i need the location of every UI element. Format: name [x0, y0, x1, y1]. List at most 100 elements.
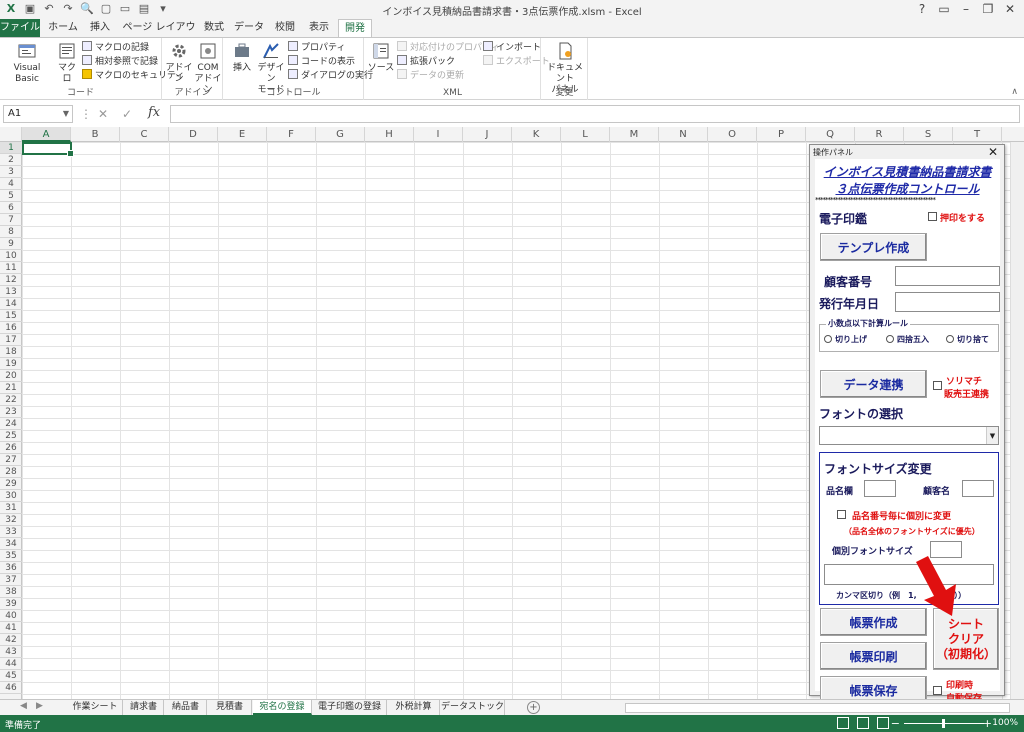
tab-developer[interactable]: 開発	[338, 19, 372, 37]
row-header[interactable]: 45	[0, 670, 22, 682]
autosave-checkbox[interactable]	[933, 686, 942, 695]
row-header[interactable]: 11	[0, 262, 22, 274]
zoom-in-icon[interactable]: +	[983, 717, 992, 730]
next-sheet-icon[interactable]: ▶	[36, 701, 43, 711]
column-header[interactable]: S	[904, 127, 953, 142]
close-icon[interactable]: ✕	[1002, 1, 1018, 17]
row-header[interactable]: 35	[0, 550, 22, 562]
name-box-dropdown-icon[interactable]: ▼	[63, 106, 69, 122]
minimize-icon[interactable]: –	[958, 1, 974, 17]
sorimachi-checkbox[interactable]	[933, 381, 942, 390]
column-header[interactable]: I	[414, 127, 463, 142]
row-header[interactable]: 31	[0, 502, 22, 514]
row-header[interactable]: 4	[0, 178, 22, 190]
macro-button[interactable]: マクロ	[54, 41, 80, 85]
column-header[interactable]: K	[512, 127, 561, 142]
column-header[interactable]: O	[708, 127, 757, 142]
expansion-packs-button[interactable]: 拡張パック	[397, 55, 455, 69]
row-header[interactable]: 19	[0, 358, 22, 370]
view-code-button[interactable]: コードの表示	[288, 55, 355, 69]
relative-ref-button[interactable]: 相対参照で記録	[82, 55, 158, 69]
row-header[interactable]: 46	[0, 682, 22, 694]
prev-sheet-icon[interactable]: ◀	[20, 701, 27, 711]
export-button[interactable]: エクスポート	[483, 55, 550, 69]
column-header[interactable]: J	[463, 127, 512, 142]
stamp-checkbox[interactable]	[928, 212, 937, 221]
tab-data[interactable]: データ	[232, 19, 266, 37]
tab-review[interactable]: 校閲	[270, 19, 300, 37]
page-layout-view-icon[interactable]	[857, 717, 869, 729]
row-header[interactable]: 22	[0, 394, 22, 406]
sheet-tab[interactable]: 宛名の登録	[253, 700, 312, 715]
row-header[interactable]: 3	[0, 166, 22, 178]
add-sheet-icon[interactable]: +	[527, 701, 540, 714]
print-report-button[interactable]: 帳票印刷	[820, 642, 927, 670]
row-header[interactable]: 33	[0, 526, 22, 538]
cancel-icon[interactable]: ✕	[98, 107, 108, 121]
vertical-scrollbar[interactable]	[1010, 142, 1024, 699]
tab-home[interactable]: ホーム	[44, 19, 82, 37]
zoom-out-icon[interactable]: −	[891, 717, 900, 730]
row-header[interactable]: 15	[0, 310, 22, 322]
column-header[interactable]: N	[659, 127, 708, 142]
selected-cell[interactable]	[22, 142, 74, 157]
insert-control-button[interactable]: 挿入	[228, 41, 256, 74]
record-macro-button[interactable]: マクロの記録	[82, 41, 149, 55]
row-header[interactable]: 29	[0, 478, 22, 490]
row-header[interactable]: 40	[0, 610, 22, 622]
sheet-tab[interactable]: 外税計算	[388, 700, 440, 715]
row-header[interactable]: 14	[0, 298, 22, 310]
collapse-ribbon-icon[interactable]: ∧	[1011, 87, 1018, 97]
comma-list-input[interactable]	[824, 564, 994, 585]
restore-icon[interactable]: ❐	[980, 1, 996, 17]
zoom-slider[interactable]	[904, 719, 984, 728]
row-header[interactable]: 27	[0, 454, 22, 466]
font-select-combo[interactable]: ▼	[819, 426, 999, 445]
row-header[interactable]: 17	[0, 334, 22, 346]
refresh-data-button[interactable]: データの更新	[397, 69, 464, 83]
radio-round-half[interactable]	[886, 335, 894, 343]
row-header[interactable]: 21	[0, 382, 22, 394]
create-report-button[interactable]: 帳票作成	[820, 608, 927, 636]
row-header[interactable]: 44	[0, 658, 22, 670]
row-header[interactable]: 39	[0, 598, 22, 610]
tab-view[interactable]: 表示	[304, 19, 334, 37]
panel-close-icon[interactable]: ✕	[988, 145, 998, 159]
row-header[interactable]: 20	[0, 370, 22, 382]
row-header[interactable]: 37	[0, 574, 22, 586]
row-header[interactable]: 38	[0, 586, 22, 598]
radio-round-up[interactable]	[824, 335, 832, 343]
row-header[interactable]: 7	[0, 214, 22, 226]
import-button[interactable]: インポート	[483, 41, 541, 55]
row-header[interactable]: 10	[0, 250, 22, 262]
column-header[interactable]: H	[365, 127, 414, 142]
tab-page-layout[interactable]: ページ レイアウト	[120, 19, 198, 51]
font-select-dropdown-icon[interactable]: ▼	[986, 427, 998, 444]
column-header[interactable]: G	[316, 127, 365, 142]
formula-input[interactable]	[170, 105, 1020, 123]
sheet-tab[interactable]: 見積書	[208, 700, 252, 715]
name-box[interactable]: A1 ▼	[3, 105, 73, 123]
individual-size-checkbox[interactable]	[837, 510, 846, 519]
ribbon-display-icon[interactable]: ▭	[936, 1, 952, 17]
tab-formulas[interactable]: 数式	[200, 19, 228, 37]
column-header[interactable]: A	[22, 127, 71, 142]
enter-icon[interactable]: ✓	[122, 107, 132, 121]
row-header[interactable]: 28	[0, 466, 22, 478]
issue-date-input[interactable]	[895, 292, 1000, 312]
row-header[interactable]: 30	[0, 490, 22, 502]
row-header[interactable]: 13	[0, 286, 22, 298]
customer-no-input[interactable]	[895, 266, 1000, 286]
column-header[interactable]: C	[120, 127, 169, 142]
page-break-view-icon[interactable]	[877, 717, 889, 729]
column-header[interactable]: R	[855, 127, 904, 142]
column-header[interactable]: L	[561, 127, 610, 142]
row-header[interactable]: 5	[0, 190, 22, 202]
horizontal-scrollbar[interactable]	[625, 703, 1010, 713]
column-header[interactable]: P	[757, 127, 806, 142]
row-header[interactable]: 2	[0, 154, 22, 166]
row-header[interactable]: 41	[0, 622, 22, 634]
row-header[interactable]: 43	[0, 646, 22, 658]
row-header[interactable]: 6	[0, 202, 22, 214]
row-header[interactable]: 23	[0, 406, 22, 418]
